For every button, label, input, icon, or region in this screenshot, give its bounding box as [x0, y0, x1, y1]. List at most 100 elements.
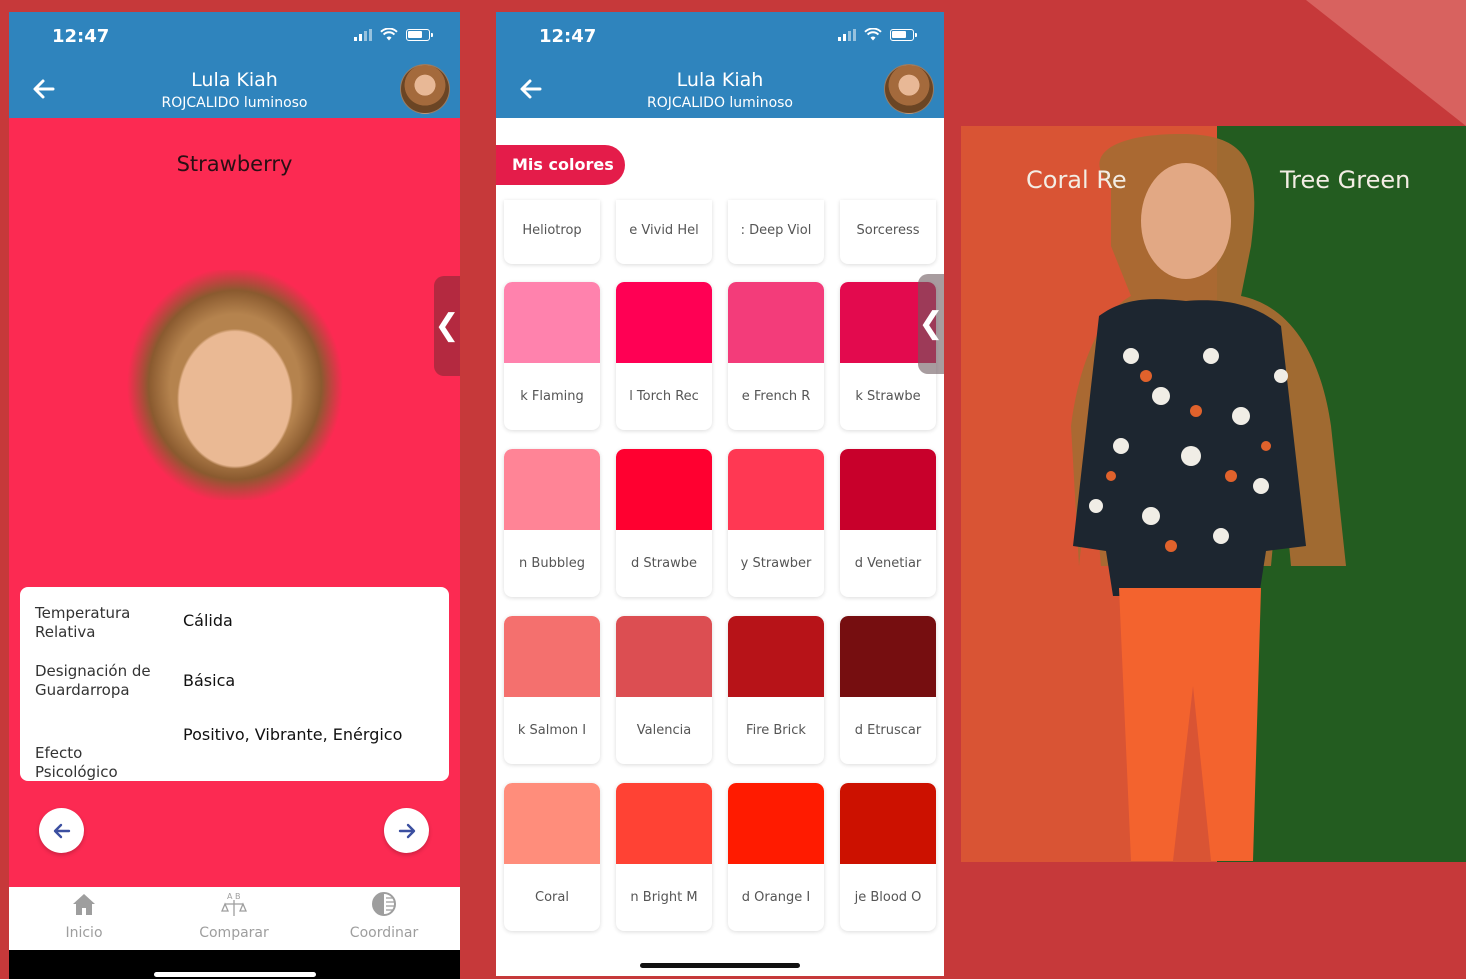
- swatch-color: [616, 783, 712, 864]
- swatch-color: [616, 449, 712, 530]
- color-swatch-card[interactable]: d Venetiar: [840, 449, 936, 597]
- swatch-label: k Salmon I: [517, 723, 587, 738]
- background-corner-shape: [1306, 0, 1466, 126]
- section-label-mis-colores: Mis colores: [496, 145, 625, 185]
- info-label-psychological: Efecto Psicológico: [35, 744, 118, 781]
- swatch-label: d Orange I: [741, 890, 811, 905]
- app-header: Lula Kiah ROJCALIDO luminoso: [496, 60, 944, 118]
- status-time: 12:47: [539, 26, 597, 47]
- bottom-navigation: Inicio A B Comparar Coordinar: [9, 887, 460, 950]
- color-swatch-card[interactable]: Heliotrop: [504, 200, 600, 264]
- nav-item-comparar[interactable]: A B Comparar: [159, 887, 309, 950]
- arrow-left-icon: [53, 823, 70, 838]
- swatch-label: d Venetiar: [854, 556, 922, 571]
- info-label-wardrobe: Designación de Guardarropa: [35, 662, 151, 699]
- info-label-temperature: Temperatura Relativa: [35, 604, 131, 641]
- side-drawer-handle[interactable]: ❮: [918, 274, 944, 374]
- swatch-label: Sorceress: [856, 223, 920, 238]
- status-bar: 12:47: [9, 12, 460, 60]
- swatch-label: d Etruscar: [854, 723, 922, 738]
- info-value-temperature: Cálida: [183, 611, 233, 630]
- side-drawer-handle[interactable]: ❮: [434, 276, 460, 376]
- color-swatch-card[interactable]: n Bright M: [616, 783, 712, 931]
- avatar[interactable]: [400, 64, 450, 114]
- color-swatch-card[interactable]: e Vivid Hel: [616, 200, 712, 264]
- profile-name: Lula Kiah: [676, 69, 764, 91]
- battery-icon: [890, 28, 917, 41]
- swatch-label: k Flaming: [520, 389, 584, 404]
- next-color-button[interactable]: [384, 808, 429, 853]
- swatch-color: [616, 282, 712, 363]
- swatch-label: : Deep Viol: [740, 223, 812, 238]
- color-swatch-card[interactable]: y Strawber: [728, 449, 824, 597]
- signal-icon: [354, 28, 372, 41]
- color-swatch-card[interactable]: : Deep Viol: [728, 200, 824, 264]
- color-swatch-card[interactable]: Sorceress: [840, 200, 936, 264]
- color-swatch-card[interactable]: k Salmon I: [504, 616, 600, 764]
- profile-palette: ROJCALIDO luminoso: [161, 95, 308, 111]
- swatch-label: Fire Brick: [746, 723, 806, 738]
- phone-color-detail: 12:47 Lula Kiah ROJCALIDO luminoso Straw…: [9, 12, 460, 979]
- swatch-color: [504, 449, 600, 530]
- swatch-label: Valencia: [636, 723, 692, 738]
- info-value-psychological: Positivo, Vibrante, Enérgico: [183, 725, 403, 744]
- color-swatch-card[interactable]: n Bubbleg: [504, 449, 600, 597]
- arrow-right-icon: [398, 823, 415, 838]
- chevron-left-icon: ❮: [434, 308, 460, 343]
- color-swatch-card[interactable]: d Orange I: [728, 783, 824, 931]
- color-swatch-card[interactable]: e French R: [728, 282, 824, 430]
- swatch-label: Heliotrop: [522, 223, 582, 238]
- chevron-left-icon: ❮: [918, 306, 944, 341]
- signal-icon: [838, 28, 856, 41]
- color-swatch-card[interactable]: je Blood O: [840, 783, 936, 931]
- swatch-label: l Torch Rec: [629, 389, 699, 404]
- portrait-photo: [122, 270, 348, 500]
- swatch-label: Coral: [535, 890, 569, 905]
- color-swatch-card[interactable]: l Torch Rec: [616, 282, 712, 430]
- swatch-label: k Strawbe: [855, 389, 921, 404]
- color-info-card: Temperatura Relativa Cálida Designación …: [20, 587, 449, 781]
- app-header: Lula Kiah ROJCALIDO luminoso: [9, 60, 460, 118]
- nav-label-comparar: Comparar: [199, 925, 269, 941]
- phone-my-colors: 12:47 Lula Kiah ROJCALIDO luminoso Mis c…: [496, 12, 944, 976]
- info-value-wardrobe: Básica: [183, 671, 236, 690]
- home-indicator[interactable]: [154, 972, 316, 977]
- swatch-color: [616, 616, 712, 697]
- color-swatch-card[interactable]: Fire Brick: [728, 616, 824, 764]
- svg-text:A B: A B: [227, 892, 241, 901]
- nav-label-inicio: Inicio: [65, 925, 103, 941]
- swatch-color: [504, 282, 600, 363]
- nav-label-coordinar: Coordinar: [349, 925, 419, 941]
- swatch-label: d Strawbe: [631, 556, 697, 571]
- wifi-icon: [380, 28, 398, 41]
- previous-color-button[interactable]: [39, 808, 84, 853]
- home-indicator[interactable]: [640, 963, 800, 968]
- battery-icon: [406, 28, 433, 41]
- swatch-color: [504, 616, 600, 697]
- swatch-label: n Bright M: [630, 890, 698, 905]
- swatch-color: [840, 783, 936, 864]
- color-swatch-card[interactable]: Valencia: [616, 616, 712, 764]
- nav-item-coordinar[interactable]: Coordinar: [309, 887, 459, 950]
- wifi-icon: [864, 28, 882, 41]
- avatar[interactable]: [884, 64, 934, 114]
- home-bar-area: [9, 950, 460, 979]
- swatch-color: [728, 783, 824, 864]
- color-compare-panel: Coral Re Tree Green: [961, 126, 1466, 862]
- color-swatch-card[interactable]: d Etruscar: [840, 616, 936, 764]
- person-photo: [1071, 134, 1346, 861]
- compare-icon: A B: [221, 892, 247, 916]
- swatch-label: je Blood O: [854, 890, 922, 905]
- swatch-color: [728, 449, 824, 530]
- nav-item-inicio[interactable]: Inicio: [9, 887, 159, 950]
- profile-name: Lula Kiah: [191, 69, 278, 91]
- swatch-color: [840, 449, 936, 530]
- swatch-label: y Strawber: [740, 556, 812, 571]
- home-icon: [73, 894, 95, 915]
- color-swatch-card[interactable]: k Flaming: [504, 282, 600, 430]
- swatch-label: e French R: [741, 389, 811, 404]
- swatch-label: e Vivid Hel: [629, 223, 699, 238]
- color-swatch-card[interactable]: Coral: [504, 783, 600, 931]
- color-swatch-card[interactable]: d Strawbe: [616, 449, 712, 597]
- compare-label-left: Coral Re: [1026, 166, 1127, 194]
